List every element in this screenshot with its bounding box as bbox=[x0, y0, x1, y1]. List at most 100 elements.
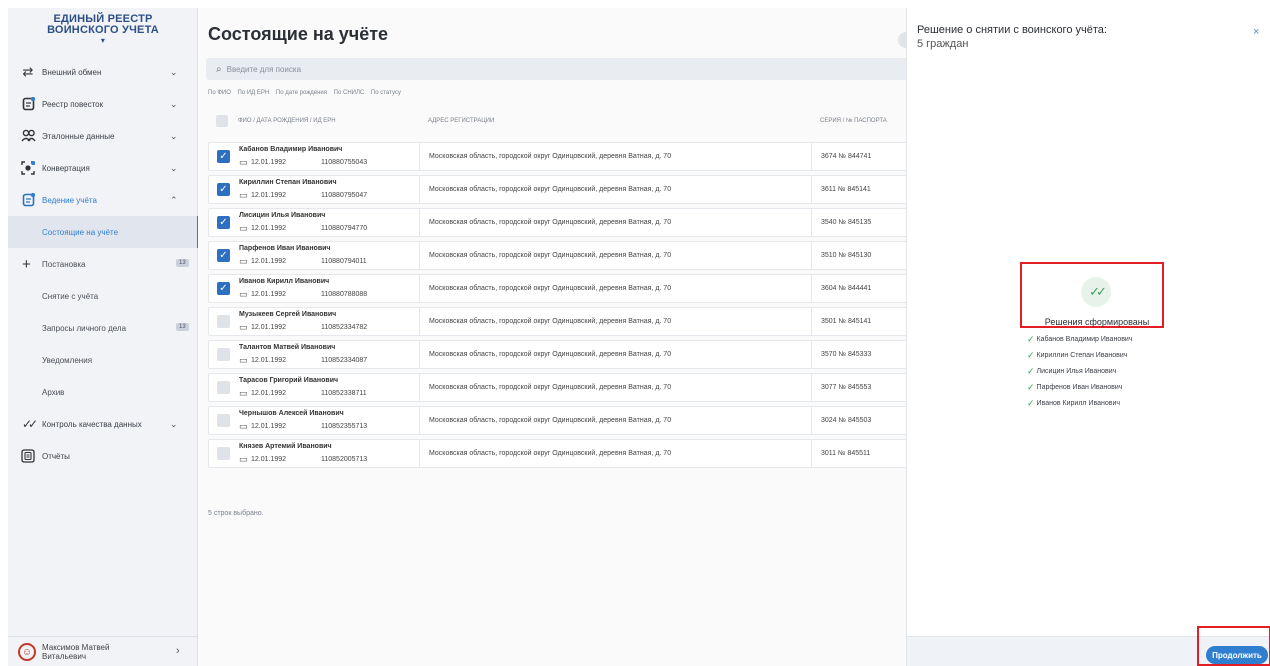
search-filters: По ФИО По ИД ЕРН По дате рождения По СНИ… bbox=[208, 90, 406, 96]
birth-date: 12.01.1992 bbox=[251, 192, 287, 199]
sidebar-subitem-notifications[interactable]: Уведомления bbox=[8, 344, 198, 376]
person-name: Кабанов Владимир Иванович bbox=[1036, 335, 1133, 343]
chevron-down-icon: ⌄ bbox=[170, 130, 178, 141]
calendar-icon: ▭ bbox=[239, 157, 248, 167]
column-divider bbox=[811, 308, 812, 335]
filter-dob[interactable]: По дате рождения bbox=[276, 90, 327, 96]
ern-id: 110880788088 bbox=[321, 291, 368, 298]
table-row[interactable]: Князев Артемий Иванович ▭ 12.01.1992 110852… bbox=[208, 439, 908, 468]
passport-number: 3011 № 845511 bbox=[821, 450, 871, 457]
double-check-icon: ✓✓ bbox=[21, 417, 38, 431]
table-header: ФИО / ДАТА РОЖДЕНИЯ / ИД ЕРН АДРЕС РЕГИС… bbox=[208, 112, 908, 132]
calendar-icon: ▭ bbox=[239, 421, 248, 431]
table-row[interactable]: ✓ Кириллин Степан Иванович ▭ 12.01.1992 1108… bbox=[208, 175, 908, 204]
registration-address: Московская область, городской округ Один… bbox=[429, 318, 672, 325]
row-checkbox[interactable]: ✓ bbox=[217, 183, 230, 196]
row-checkbox[interactable] bbox=[217, 414, 230, 427]
user-name-line1: Максимов Матвей bbox=[42, 643, 110, 652]
sidebar-item-reports[interactable]: Отчёты bbox=[8, 440, 198, 472]
table-row[interactable]: Музыкеев Сергей Иванович ▭ 12.01.1992 11085… bbox=[208, 307, 908, 336]
column-header-name: ФИО / ДАТА РОЖДЕНИЯ / ИД ЕРН bbox=[238, 118, 336, 124]
filter-status[interactable]: По статусу bbox=[371, 90, 401, 96]
table-row[interactable]: ✓ Парфенов Иван Иванович ▭ 12.01.1992 110880… bbox=[208, 241, 908, 270]
filter-snils[interactable]: По СНИЛС bbox=[334, 90, 365, 96]
search-input[interactable]: ⌕ Введите для поиска bbox=[206, 58, 908, 80]
list-item: ✓ Кириллин Степан Иванович bbox=[1027, 347, 1132, 363]
sidebar-subitem-label: Запросы личного дела bbox=[42, 323, 127, 333]
sidebar-subitem-archive[interactable]: Архив bbox=[8, 376, 198, 408]
sidebar-subitem-deregistration[interactable]: Снятие с учёта bbox=[8, 280, 198, 312]
sidebar-item-summons-registry[interactable]: Реестр повесток ⌄ bbox=[8, 88, 198, 120]
sidebar-item-conversion[interactable]: Конвертация ⌄ bbox=[8, 152, 198, 184]
row-checkbox[interactable] bbox=[217, 447, 230, 460]
birth-date: 12.01.1992 bbox=[251, 456, 287, 463]
column-divider bbox=[419, 242, 420, 269]
column-header-address: АДРЕС РЕГИСТРАЦИИ bbox=[428, 118, 495, 124]
logo: ЕДИНЫЙ РЕЕСТР ВОИНСКОГО УЧЕТА ▾ bbox=[8, 14, 198, 45]
column-divider bbox=[419, 209, 420, 236]
table-row[interactable]: ✓ Иванов Кирилл Иванович ▭ 12.01.1992 110880… bbox=[208, 274, 908, 303]
table-row[interactable]: Тарасов Григорий Иванович ▭ 12.01.1992 1108… bbox=[208, 373, 908, 402]
panel-title: Решение о снятии с воинского учёта: bbox=[917, 24, 1107, 36]
ern-id: 110880795047 bbox=[321, 192, 368, 199]
chevron-right-icon: › bbox=[176, 645, 180, 657]
check-icon: ✓ bbox=[1027, 397, 1035, 408]
main-content: Состоящие на учёте ⌕ Введите для поиска … bbox=[198, 8, 914, 666]
calendar-icon: ▭ bbox=[239, 322, 248, 332]
citizen-name: Лисицин Илья Иванович bbox=[239, 212, 326, 219]
sidebar-subitem-label: Уведомления bbox=[42, 355, 93, 365]
birth-date: 12.01.1992 bbox=[251, 324, 287, 331]
table-row[interactable]: ✓ Лисицин Илья Иванович ▭ 12.01.1992 1108807… bbox=[208, 208, 908, 237]
sidebar-item-label: Эталонные данные bbox=[42, 131, 115, 141]
pin-icon[interactable]: ▾ bbox=[8, 37, 198, 45]
close-icon[interactable]: × bbox=[1253, 26, 1259, 38]
passport-number: 3077 № 845553 bbox=[821, 384, 872, 391]
registration-address: Московская область, городской округ Один… bbox=[429, 186, 672, 193]
row-checkbox[interactable]: ✓ bbox=[217, 249, 230, 262]
filter-fio[interactable]: По ФИО bbox=[208, 90, 231, 96]
table-row[interactable]: Чернышов Алексей Иванович ▭ 12.01.1992 1108… bbox=[208, 406, 908, 435]
sidebar-subitem-registration[interactable]: + Постановка 13 bbox=[8, 248, 198, 280]
sidebar: ЕДИНЫЙ РЕЕСТР ВОИНСКОГО УЧЕТА ▾ ⇄ Внешни… bbox=[8, 8, 199, 666]
row-checkbox[interactable]: ✓ bbox=[217, 282, 230, 295]
citizen-name: Чернышов Алексей Иванович bbox=[239, 410, 344, 417]
row-checkbox[interactable]: ✓ bbox=[217, 150, 230, 163]
sidebar-item-label: Контроль качества данных bbox=[42, 419, 142, 429]
filter-ern[interactable]: По ИД ЕРН bbox=[238, 90, 270, 96]
passport-number: 3510 № 845130 bbox=[821, 252, 872, 259]
sidebar-item-reference-data[interactable]: Эталонные данные ⌄ bbox=[8, 120, 198, 152]
column-divider bbox=[811, 374, 812, 401]
citizen-name: Музыкеев Сергей Иванович bbox=[239, 311, 337, 318]
sidebar-item-records[interactable]: Ведение учёта ⌃ bbox=[8, 184, 198, 216]
birth-date: 12.01.1992 bbox=[251, 390, 287, 397]
chevron-down-icon: ⌄ bbox=[170, 66, 178, 77]
row-checkbox[interactable] bbox=[217, 381, 230, 394]
continue-button[interactable]: Продолжить bbox=[1206, 646, 1268, 664]
sidebar-subitem-label: Состоящие на учёте bbox=[42, 227, 119, 237]
table-row[interactable]: ✓ Кабанов Владимир Иванович ▭ 12.01.1992 110… bbox=[208, 142, 908, 171]
row-checkbox[interactable]: ✓ bbox=[217, 216, 230, 229]
ern-id: 110852338711 bbox=[321, 390, 367, 397]
decision-panel: Решение о снятии с воинского учёта: 5 гр… bbox=[906, 8, 1270, 666]
registration-address: Московская область, городской округ Один… bbox=[429, 153, 672, 160]
count-badge: 13 bbox=[176, 259, 189, 267]
reports-icon bbox=[20, 448, 36, 464]
sidebar-item-data-quality[interactable]: ✓✓ Контроль качества данных ⌄ bbox=[8, 408, 198, 440]
row-checkbox[interactable] bbox=[217, 315, 230, 328]
column-divider bbox=[811, 242, 812, 269]
user-profile[interactable]: ☺ Максимов Матвей Витальевич › bbox=[8, 636, 198, 666]
table-row[interactable]: Талантов Матвей Иванович ▭ 12.01.1992 11085… bbox=[208, 340, 908, 369]
column-divider bbox=[419, 143, 420, 170]
sidebar-item-external-exchange[interactable]: ⇄ Внешний обмен ⌄ bbox=[8, 56, 198, 88]
check-icon: ✓ bbox=[1027, 333, 1035, 344]
ern-id: 110880794011 bbox=[321, 258, 367, 265]
column-divider bbox=[811, 440, 812, 467]
registration-address: Московская область, городской округ Один… bbox=[429, 384, 672, 391]
sidebar-subitem-registered[interactable]: Состоящие на учёте bbox=[8, 216, 199, 248]
row-checkbox[interactable] bbox=[217, 348, 230, 361]
column-divider bbox=[419, 374, 420, 401]
sidebar-subitem-file-requests[interactable]: Запросы личного дела 13 bbox=[8, 312, 198, 344]
logo-line2: ВОИНСКОГО УЧЕТА bbox=[47, 24, 159, 36]
select-all-checkbox[interactable] bbox=[216, 115, 228, 127]
chevron-down-icon: ⌄ bbox=[170, 98, 178, 109]
